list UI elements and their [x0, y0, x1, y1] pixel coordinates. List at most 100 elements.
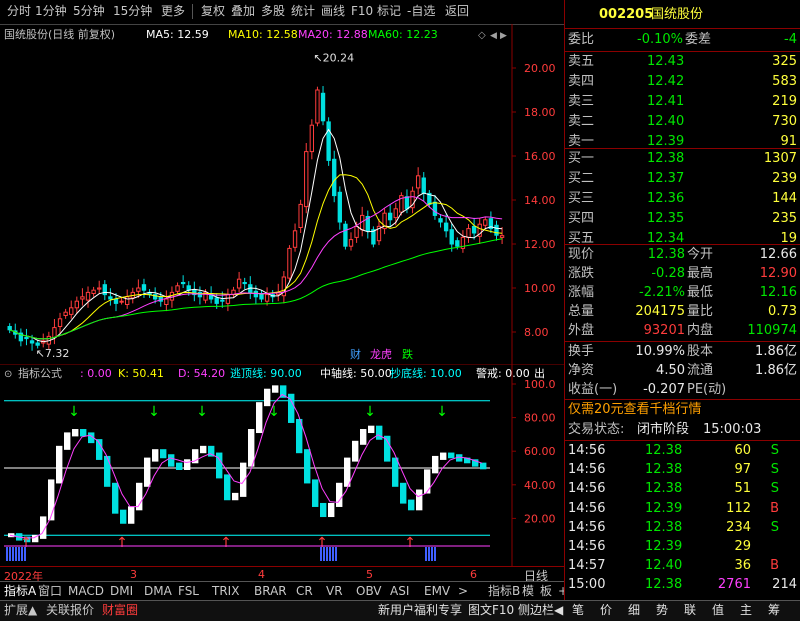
- indicator-param-5: 中轴线: 50.00: [320, 366, 392, 380]
- indicator-settings-icon: ⊙: [4, 369, 12, 380]
- k-bar: [112, 482, 119, 514]
- indicator-chart[interactable]: ⊙ 指标公式: 0.00 K: 50.41 D: 54.20 逃顶线: 90.00 中轴线…: [0, 364, 564, 566]
- k-bar: [400, 482, 407, 504]
- bid-row: 买四 12.35 235: [565, 209, 800, 229]
- candle-body: [242, 282, 247, 285]
- bottom-left-1[interactable]: 关联报价: [44, 602, 96, 619]
- bottom-tab-4[interactable]: 联: [682, 602, 698, 619]
- toolbar-button-8[interactable]: 统计: [288, 3, 318, 20]
- toolbar-button-7[interactable]: 多股: [258, 3, 288, 20]
- toolbar-button-12[interactable]: -自选: [404, 3, 438, 20]
- indicator-tab-4[interactable]: DMA: [142, 583, 174, 600]
- candle-body: [292, 230, 298, 248]
- toolbar-button-5[interactable]: 复权: [198, 3, 228, 20]
- stat-label2: 内盘: [687, 323, 714, 338]
- indicator-tab-0[interactable]: 指标A: [2, 583, 38, 600]
- candle-body: [91, 289, 96, 295]
- indicator-tab-9[interactable]: VR: [324, 583, 345, 600]
- ma-label-0: MA5: 12.59: [146, 28, 209, 41]
- indicator-tab-13[interactable]: >: [456, 583, 470, 600]
- k-bar: [416, 489, 423, 511]
- ind-y-tick-label: 40.00: [524, 479, 556, 492]
- timeline-label-1: 3: [130, 568, 137, 581]
- kline-chart[interactable]: 国统股份(日线 前复权) MA5: 12.59 MA10: 12.58 MA20: 1…: [0, 24, 564, 364]
- indicator-tab-6[interactable]: TRIX: [210, 583, 241, 600]
- bottom-tab-5[interactable]: 值: [710, 602, 726, 619]
- indicator-tabs: 指标A 窗口 MACD DMI DMA FSL TRIX BRAR CR VR OBV ASI EMV >…: [0, 581, 580, 601]
- tick-time: 14:57: [568, 558, 606, 574]
- toolbar-button-9[interactable]: 画线: [318, 3, 348, 20]
- candle-body: [220, 299, 225, 302]
- bottom-tab-7[interactable]: 筹: [766, 602, 782, 619]
- indicator-tab-2[interactable]: MACD: [66, 583, 106, 600]
- toolbar-button-13[interactable]: 返回: [442, 3, 472, 20]
- bottom-tab-1[interactable]: 价: [598, 602, 614, 619]
- candle-body: [298, 203, 303, 228]
- toolbar-button-6[interactable]: 叠加: [228, 3, 258, 20]
- indicator-tab-3[interactable]: DMI: [108, 583, 135, 600]
- bottom-center-1[interactable]: 图文F10: [466, 602, 516, 619]
- bottom-tab-0[interactable]: 笔: [570, 602, 586, 619]
- indicator-tab-1[interactable]: 窗口: [36, 583, 64, 600]
- trade-status: 闭市阶段: [637, 422, 690, 437]
- bottom-tab-6[interactable]: 主: [738, 602, 754, 619]
- tick-row: 14:56 12.39 112 B: [565, 499, 800, 519]
- candle-body: [24, 337, 29, 340]
- stat-row: 涨幅 -2.21% 最低 12.16: [565, 283, 800, 303]
- bottom-center-2[interactable]: 侧边栏◀: [516, 602, 565, 619]
- tick-time: 14:56: [568, 539, 606, 554]
- tick-row: 14:56 12.38 234 S: [565, 518, 800, 538]
- tick-time: 14:56: [568, 462, 606, 478]
- bid-label: 买三: [568, 191, 595, 206]
- indicator-tab-15[interactable]: 模: [520, 583, 536, 600]
- tick-volume: 2761: [717, 577, 751, 593]
- indicator-tab-7[interactable]: BRAR: [252, 583, 289, 600]
- indicator-tab-5[interactable]: FSL: [176, 583, 201, 600]
- signal-tick: [431, 547, 433, 561]
- webi-value2: -4: [784, 32, 797, 47]
- indicator-tab-11[interactable]: ASI: [388, 583, 411, 600]
- kline-title: 国统股份(日线 前复权): [4, 27, 115, 41]
- bottom-tab-3[interactable]: 势: [654, 602, 670, 619]
- toolbar-button-10[interactable]: F10: [348, 3, 376, 20]
- bottom-center-0[interactable]: 新用户福利专享: [376, 602, 464, 619]
- candle-body: [421, 177, 426, 194]
- candle-body: [443, 222, 449, 232]
- indicator-tab-14[interactable]: 指标B: [486, 583, 522, 600]
- stat2-value: -0.207: [643, 382, 685, 397]
- bid-label: 买二: [568, 171, 595, 186]
- candle-body: [449, 229, 454, 245]
- indicator-tab-16[interactable]: 板: [538, 583, 554, 600]
- toolbar-button-3[interactable]: 15分钟: [110, 3, 155, 20]
- stat-value2: 12.66: [759, 247, 797, 262]
- kline-left-arrow-icon: ◀: [490, 31, 497, 41]
- stat-label2: 今开: [687, 247, 714, 262]
- bottom-left-0[interactable]: 扩展▲: [2, 602, 39, 619]
- toolbar-button-1[interactable]: 1分钟: [32, 3, 70, 20]
- signal-tick: [323, 547, 325, 561]
- candle-body: [387, 212, 393, 221]
- signal-tick: [15, 547, 17, 561]
- toolbar-button-4[interactable]: 更多: [158, 3, 188, 20]
- indicator-tab-12[interactable]: EMV: [422, 583, 452, 600]
- bottom-tab-2[interactable]: 细: [626, 602, 642, 619]
- tick-time: 14:56: [568, 481, 606, 497]
- indicator-tab-8[interactable]: CR: [294, 583, 315, 600]
- level2-ad[interactable]: 仅需20元查看千档行情: [565, 400, 800, 420]
- k-bar: [184, 459, 191, 470]
- tick-row: 14:56 12.38 97 S: [565, 460, 800, 480]
- stat-value2: 12.16: [759, 285, 797, 300]
- k-bar: [64, 432, 71, 450]
- bid-price: 12.36: [647, 191, 685, 206]
- quote-panel: 002205 国统股份 委比 -0.10% 委差 -4 卖五 12.43 325 卖四 12.42 5…: [564, 0, 800, 600]
- signal-tick: [21, 547, 23, 561]
- ask-row: 卖二 12.40 730: [565, 112, 800, 132]
- candle-body: [337, 191, 342, 223]
- bottom-left-2[interactable]: 财富圈: [100, 602, 140, 619]
- indicator-tab-10[interactable]: OBV: [354, 583, 384, 600]
- toolbar-button-11[interactable]: 标记: [374, 3, 404, 20]
- toolbar-button-0[interactable]: 分时: [4, 3, 34, 20]
- stat2-label: 换手: [568, 344, 595, 359]
- signal-tick: [320, 547, 322, 561]
- toolbar-button-2[interactable]: 5分钟: [70, 3, 108, 20]
